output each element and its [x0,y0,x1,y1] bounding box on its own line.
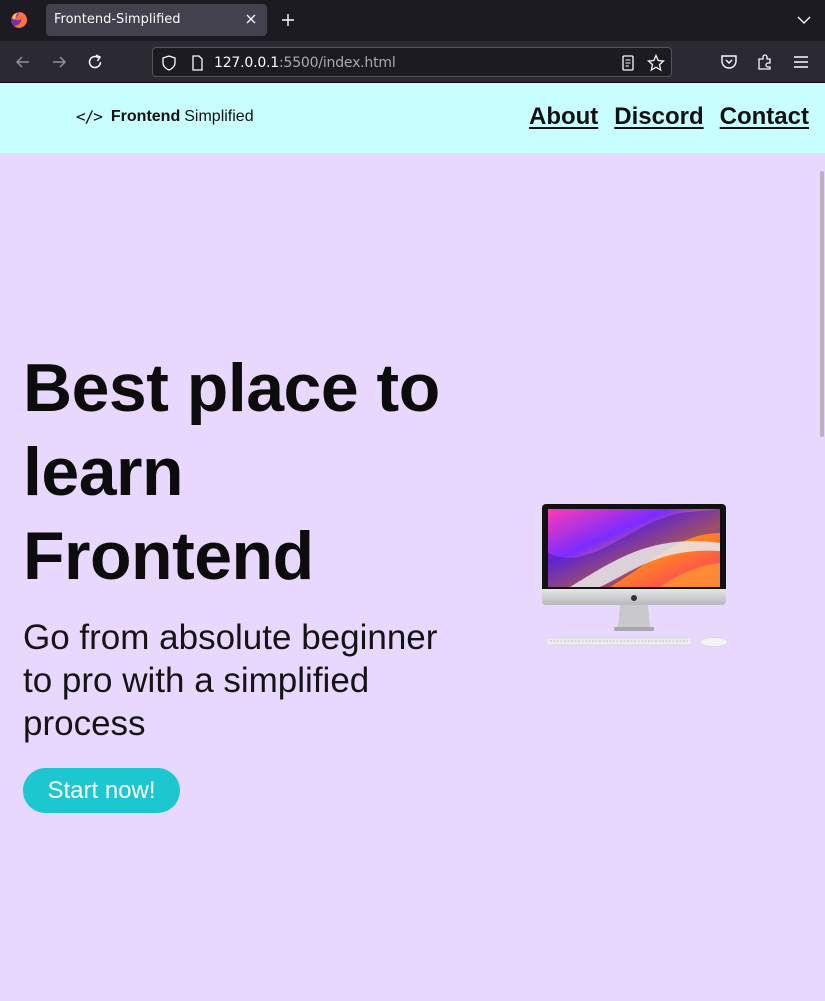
pocket-icon[interactable] [719,52,739,72]
imac-illustration [542,504,729,647]
url-host: 127.0.0.1 [214,55,279,71]
hero-title-line-2: learn [23,434,184,510]
start-now-button[interactable]: Start now! [23,768,180,813]
extensions-icon[interactable] [755,52,775,72]
close-icon[interactable] [243,11,259,27]
hero-title: Best place to learn Frontend [23,346,483,598]
nav-link-discord[interactable]: Discord [614,103,703,131]
url-path: :5500/index.html [279,55,396,71]
reload-icon[interactable] [85,52,105,72]
forward-arrow-icon[interactable] [49,52,69,72]
url-bar[interactable]: 127.0.0.1:5500/index.html [152,47,672,77]
url-text: 127.0.0.1:5500/index.html [214,55,396,71]
code-brackets-icon: </> [76,107,103,126]
hero-title-line-3: Frontend [23,518,314,594]
hero-subtitle: Go from absolute beginner to pro with a … [23,618,438,743]
browser-tab-active[interactable]: Frontend-Simplified [46,4,267,36]
page-icon[interactable] [188,54,206,72]
site-logo[interactable]: </> Frontend Simplified [76,107,254,126]
chevron-down-icon[interactable] [797,14,811,26]
shield-icon[interactable] [160,54,178,72]
logo-text-bold: Frontend [110,107,181,125]
browser-nav-bar: 127.0.0.1:5500/index.html [0,41,825,83]
browser-tab-bar: Frontend-Simplified [0,0,825,41]
logo-text-light: Simplified [184,107,254,125]
menu-icon[interactable] [791,52,811,72]
page-scrollbar[interactable] [820,171,824,437]
tab-title: Frontend-Simplified [54,12,181,27]
star-icon[interactable] [647,54,665,72]
firefox-logo-icon [11,12,27,28]
back-arrow-icon[interactable] [13,52,33,72]
hero-title-line-1: Best place to [23,350,440,426]
site-nav: About Discord Contact [529,103,809,131]
nav-link-contact[interactable]: Contact [720,103,809,131]
web-page: </> Frontend Simplified About Discord Co… [0,83,825,1001]
nav-link-about[interactable]: About [529,103,598,131]
reader-view-icon[interactable] [619,54,637,72]
plus-icon[interactable] [280,12,296,28]
site-header: </> Frontend Simplified About Discord Co… [0,83,825,153]
